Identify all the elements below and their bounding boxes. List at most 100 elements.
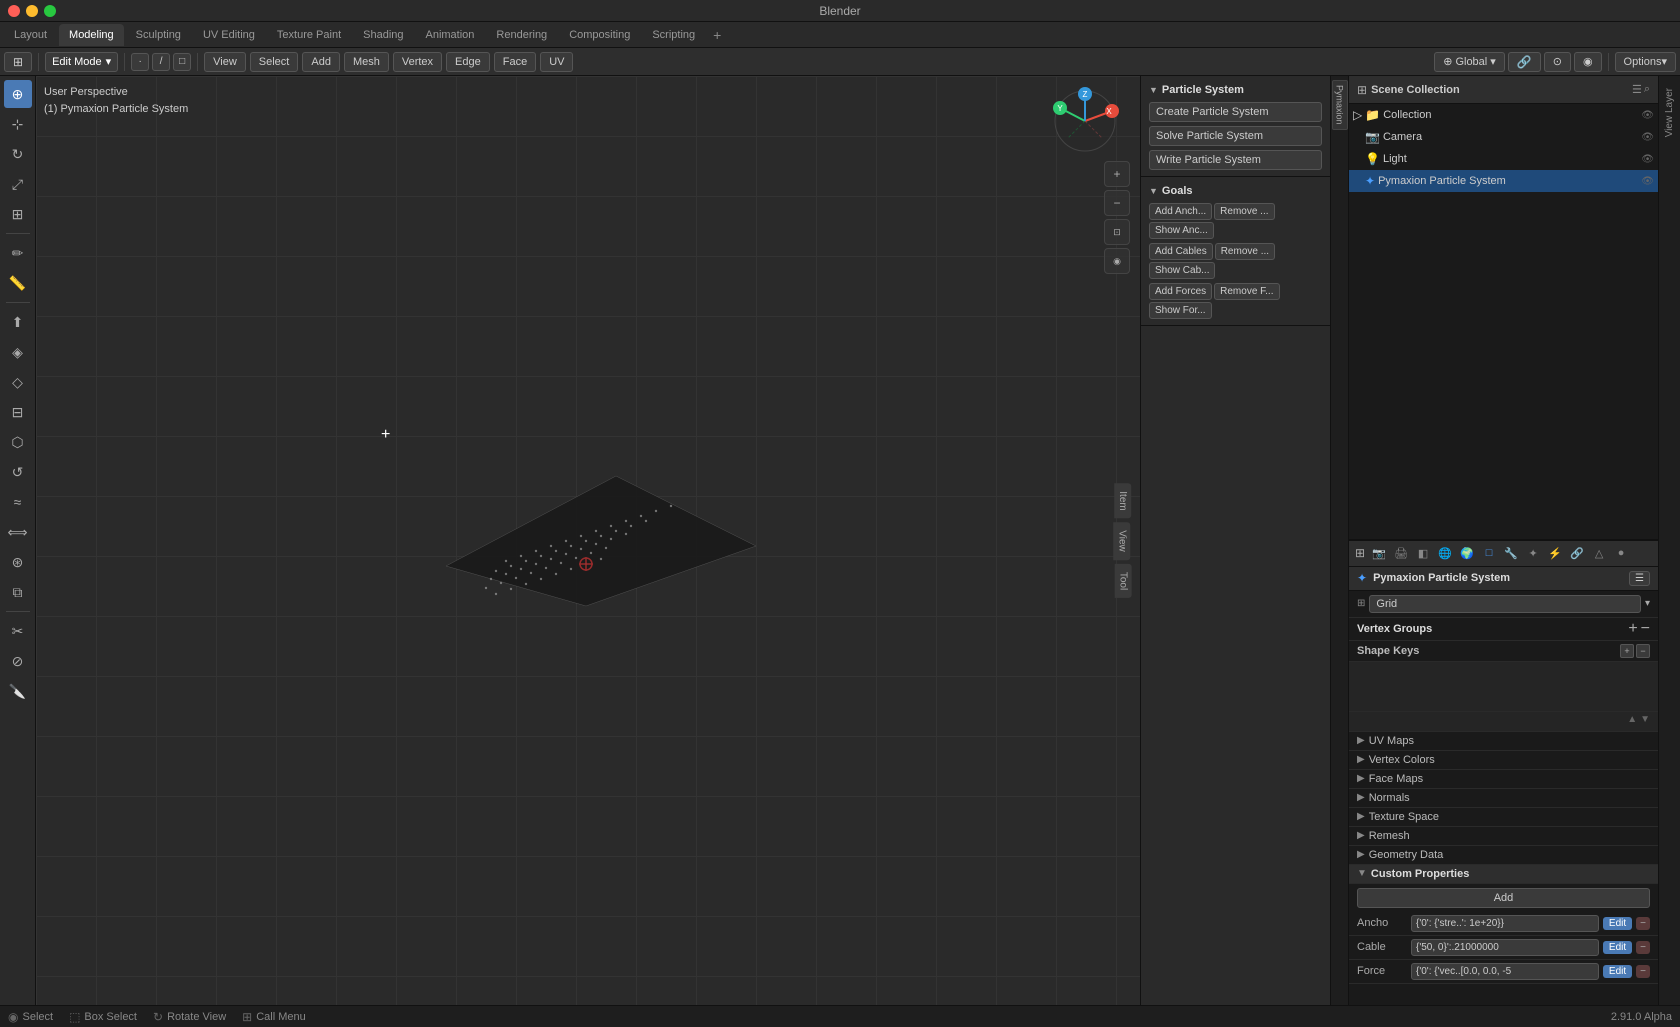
minimize-button[interactable] [26,5,38,17]
physics-props-icon[interactable]: ⚡ [1545,543,1565,563]
cp-cable-edit-btn[interactable]: Edit [1603,941,1632,954]
scale-tool[interactable]: ⤢ [4,170,32,198]
outliner-item-collection[interactable]: ▷ 📁 Collection 👁 [1349,104,1658,126]
outliner-item-pymaxion[interactable]: ✦ Pymaxion Particle System 👁 [1349,170,1658,192]
sk-down-btn[interactable]: ▼ [1640,714,1650,725]
select-menu[interactable]: Select [250,52,299,72]
annotate-tool[interactable]: ✏ [4,239,32,267]
render-props-icon[interactable]: 📷 [1369,543,1389,563]
sk-remove-btn[interactable]: − [1636,644,1650,658]
light-eye[interactable]: 👁 [1641,154,1654,165]
cp-ancho-remove-btn[interactable]: − [1636,917,1650,930]
shape-keys-header[interactable]: Shape Keys + − [1349,641,1658,662]
write-particle-btn[interactable]: Write Particle System [1149,150,1322,170]
remove-cables-btn[interactable]: Remove ... [1215,243,1275,260]
move-tool[interactable]: ⊹ [4,110,32,138]
filter-btn[interactable]: ☰ [1629,571,1650,586]
grid-dropdown[interactable]: Grid [1369,595,1641,613]
overlay-btn[interactable]: ◉ [1574,52,1602,72]
snap-btn[interactable]: 🔗 [1508,52,1541,72]
normals-section[interactable]: ▶ Normals [1349,789,1658,808]
object-props-icon[interactable]: □ [1479,543,1499,563]
add-forces-btn[interactable]: Add Forces [1149,283,1212,300]
extrude-tool[interactable]: ⬆ [4,308,32,336]
tab-scripting[interactable]: Scripting [642,24,705,46]
add-workspace-button[interactable]: + [707,27,727,43]
viewport[interactable]: User Perspective (1) Pymaxion Particle S… [36,76,1140,1005]
solve-particle-btn[interactable]: Solve Particle System [1149,126,1322,146]
modifier-props-icon[interactable]: 🔧 [1501,543,1521,563]
show-cables-btn[interactable]: Show Cab... [1149,262,1215,279]
proportional-edit[interactable]: ⊙ [1544,52,1571,72]
zoom-in-btn[interactable]: + [1104,161,1130,187]
poly-build-tool[interactable]: ⬡ [4,428,32,456]
viewport-gizmo[interactable]: X Y Z [1050,86,1120,156]
tab-sculpting[interactable]: Sculpting [126,24,191,46]
rip-tool[interactable]: ✂ [4,617,32,645]
material-props-icon[interactable]: ● [1611,543,1631,563]
outliner-item-camera[interactable]: 📷 Camera 👁 [1349,126,1658,148]
pymaxion-eye[interactable]: 👁 [1641,176,1654,187]
vertex-menu[interactable]: Vertex [393,52,442,72]
create-particle-btn[interactable]: Create Particle System [1149,102,1322,122]
custom-props-header[interactable]: ▼ Custom Properties [1349,865,1658,884]
cursor-tool[interactable]: ⊕ [4,80,32,108]
remove-forces-btn[interactable]: Remove F... [1214,283,1279,300]
vg-remove-btn[interactable]: − [1641,621,1650,637]
view-tab[interactable]: View [1113,522,1130,560]
add-cables-btn[interactable]: Add Cables [1149,243,1213,260]
transform-tool[interactable]: ⊞ [4,200,32,228]
options-btn[interactable]: Options ▾ [1615,52,1676,72]
mode-selector[interactable]: Edit Mode ▾ [45,52,118,72]
outliner-search-icon[interactable]: ⌕ [1644,83,1650,96]
editor-type-button[interactable]: ⊞ [4,52,32,72]
spin-tool[interactable]: ↺ [4,458,32,486]
vertex-groups-section[interactable]: Vertex Groups + − [1349,618,1658,641]
cp-cable-remove-btn[interactable]: − [1636,941,1650,954]
tab-shading[interactable]: Shading [353,24,413,46]
sk-add-btn[interactable]: + [1620,644,1634,658]
view-layer-tab[interactable]: View Layer [1662,80,1677,145]
inset-tool[interactable]: ◈ [4,338,32,366]
bevel-tool[interactable]: ◇ [4,368,32,396]
smooth-tool[interactable]: ≈ [4,488,32,516]
tab-layout[interactable]: Layout [4,24,57,46]
remove-anchors-btn[interactable]: Remove ... [1214,203,1274,220]
edge-slide-tool[interactable]: ⟺ [4,518,32,546]
tab-uv-editing[interactable]: UV Editing [193,24,265,46]
bisect-tool[interactable]: ⊘ [4,647,32,675]
add-anchors-btn[interactable]: Add Anch... [1149,203,1212,220]
scene-props-icon[interactable]: 🌐 [1435,543,1455,563]
mesh-menu[interactable]: Mesh [344,52,389,72]
mesh-select-mode-vert[interactable]: · [131,53,149,71]
geometry-data-section[interactable]: ▶ Geometry Data [1349,846,1658,865]
custom-props-add-btn[interactable]: Add [1357,888,1650,908]
tab-animation[interactable]: Animation [416,24,485,46]
measure-tool[interactable]: 📏 [4,269,32,297]
camera-eye[interactable]: 👁 [1641,132,1654,143]
item-tab[interactable]: Item [1114,483,1131,518]
maximize-button[interactable] [44,5,56,17]
close-button[interactable] [8,5,20,17]
window-controls[interactable] [8,5,56,17]
knife-tool[interactable]: 🔪 [4,677,32,705]
cp-ancho-edit-btn[interactable]: Edit [1603,917,1632,930]
uv-menu[interactable]: UV [540,52,573,72]
mesh-select-mode-face[interactable]: □ [173,53,191,71]
rotate-tool[interactable]: ↻ [4,140,32,168]
show-forces-btn[interactable]: Show For... [1149,302,1212,319]
tool-tab[interactable]: Tool [1114,563,1131,597]
uv-maps-section[interactable]: ▶ UV Maps [1349,732,1658,751]
perspective-btn[interactable]: ⊡ [1104,219,1130,245]
collection-eye[interactable]: 👁 [1641,110,1654,121]
loop-cut-tool[interactable]: ⊟ [4,398,32,426]
vertex-colors-section[interactable]: ▶ Vertex Colors [1349,751,1658,770]
outliner-filter-icon[interactable]: ☰ [1632,83,1642,96]
data-props-icon[interactable]: △ [1589,543,1609,563]
view-layer-props-icon[interactable]: ◧ [1413,543,1433,563]
view-menu[interactable]: View [204,52,246,72]
transform-pivot[interactable]: ⊕ Global ▾ [1434,52,1505,72]
tab-modeling[interactable]: Modeling [59,24,124,46]
particle-props-icon[interactable]: ✦ [1523,543,1543,563]
pymaxion-tab[interactable]: Pymaxion [1332,80,1348,130]
